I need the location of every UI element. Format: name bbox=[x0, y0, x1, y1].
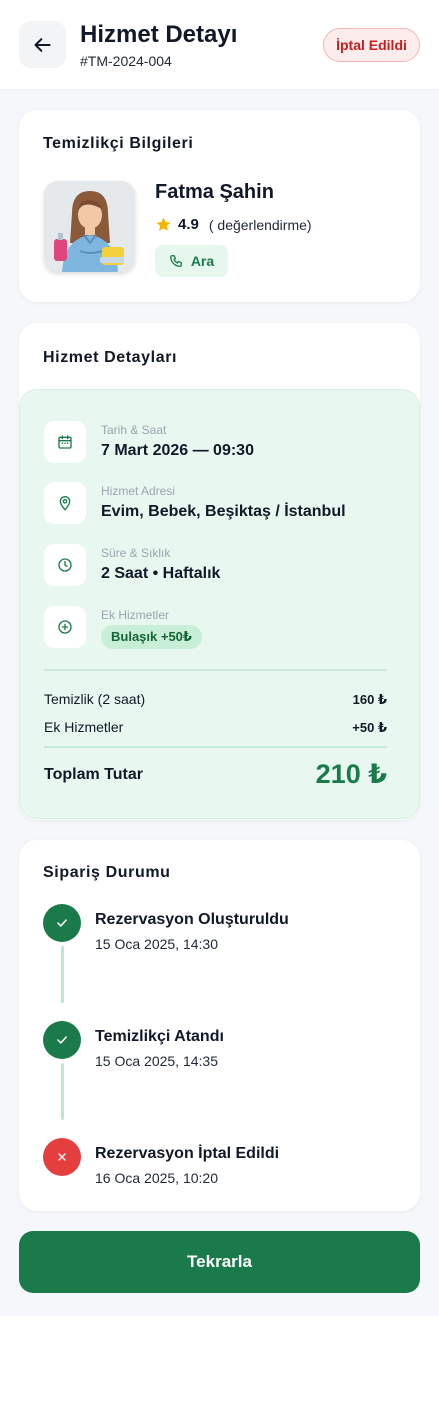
step-title: Temizlikçi Atandı bbox=[95, 1028, 224, 1045]
call-button[interactable]: Ara bbox=[155, 245, 228, 277]
detail-value: 7 Mart 2026 — 09:30 bbox=[101, 442, 254, 459]
repeat-button[interactable]: Tekrarla bbox=[19, 1231, 420, 1293]
total-value: 210 ₺ bbox=[315, 759, 387, 789]
step-title: Rezervasyon Oluşturuldu bbox=[95, 911, 289, 928]
close-icon bbox=[58, 1153, 66, 1161]
service-details-card: Hizmet Detayları Tarih & Saat 7 Mart 202… bbox=[19, 323, 420, 820]
timeline-connector bbox=[61, 946, 64, 1003]
step-cancelled-indicator bbox=[43, 1138, 81, 1176]
arrow-left-icon bbox=[34, 37, 51, 52]
step-date: 15 Oca 2025, 14:35 bbox=[95, 1053, 218, 1069]
cleaner-section-title: Temizlikçi Bilgileri bbox=[43, 135, 194, 152]
star-icon bbox=[156, 217, 171, 231]
rating-value: 4.9 bbox=[178, 216, 199, 233]
back-button[interactable] bbox=[19, 21, 66, 68]
price-line-value: 160 ₺ bbox=[352, 692, 387, 707]
divider bbox=[44, 669, 387, 671]
divider bbox=[44, 746, 387, 748]
step-done-indicator bbox=[43, 904, 81, 942]
detail-label: Hizmet Adresi bbox=[101, 484, 176, 498]
cleaner-rating: 4.9 ( değerlendirme) bbox=[155, 216, 312, 233]
status-section-title: Sipariş Durumu bbox=[43, 864, 171, 881]
price-line-label: Ek Hizmetler bbox=[44, 719, 124, 735]
extra-service-chip: Bulaşık +50₺ bbox=[101, 625, 202, 649]
detail-label: Süre & Sıklık bbox=[101, 546, 171, 560]
step-date: 16 Oca 2025, 10:20 bbox=[95, 1170, 218, 1186]
step-date: 15 Oca 2025, 14:30 bbox=[95, 936, 218, 952]
top-bar: Hizmet Detayı #TM-2024-004 İptal Edildi bbox=[0, 0, 439, 90]
cleaner-card: Temizlikçi Bilgileri Fatma Şahin 4.9 ( d… bbox=[19, 110, 420, 302]
page-title: Hizmet Detayı bbox=[80, 21, 238, 48]
cleaner-avatar bbox=[44, 181, 135, 272]
detail-value: 2 Saat • Haftalık bbox=[101, 565, 221, 582]
details-section-title: Hizmet Detayları bbox=[43, 349, 178, 366]
call-button-label: Ara bbox=[190, 253, 215, 269]
detail-value: Evim, Bebek, Beşiktaş / İstanbul bbox=[101, 503, 346, 520]
step-done-indicator bbox=[43, 1021, 81, 1059]
plus-circle-icon bbox=[44, 606, 86, 648]
timeline-connector bbox=[61, 1063, 64, 1120]
total-label: Toplam Tutar bbox=[44, 766, 143, 783]
price-line-label: Temizlik (2 saat) bbox=[44, 691, 146, 707]
rating-count: ( değerlendirme) bbox=[208, 216, 312, 233]
status-badge: İptal Edildi bbox=[323, 28, 420, 62]
details-panel: Tarih & Saat 7 Mart 2026 — 09:30 Hizmet … bbox=[19, 389, 420, 819]
cleaner-name: Fatma Şahin bbox=[155, 181, 274, 203]
location-pin-icon bbox=[44, 482, 86, 524]
order-status-card: Sipariş Durumu Rezervasyon Oluşturuldu 1… bbox=[19, 840, 420, 1211]
order-id: #TM-2024-004 bbox=[80, 53, 172, 69]
phone-icon bbox=[169, 255, 182, 267]
detail-label: Tarih & Saat bbox=[101, 423, 167, 437]
check-icon bbox=[57, 919, 67, 927]
detail-label: Ek Hizmetler bbox=[101, 608, 170, 622]
step-title: Rezervasyon İptal Edildi bbox=[95, 1145, 280, 1162]
clock-icon bbox=[44, 544, 86, 586]
calendar-icon bbox=[44, 421, 86, 463]
price-line-value: +50 ₺ bbox=[352, 720, 387, 735]
check-icon bbox=[57, 1036, 67, 1044]
